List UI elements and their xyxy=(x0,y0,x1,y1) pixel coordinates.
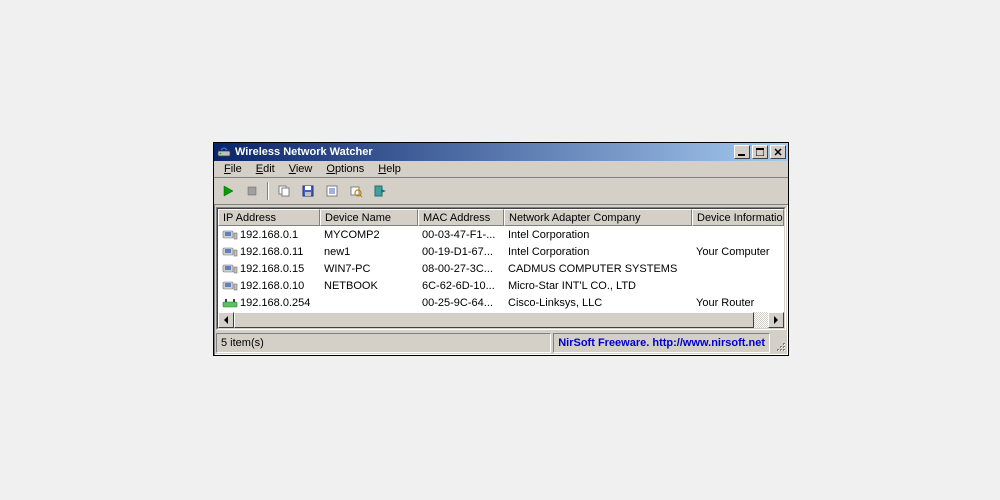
cell-ip: 192.168.0.10 xyxy=(218,280,320,292)
triangle-left-icon xyxy=(223,316,229,324)
table-row[interactable]: 192.168.0.15WIN7-PC08-00-27-3C...CADMUS … xyxy=(218,260,784,277)
cell-device-name: WIN7-PC xyxy=(320,263,418,275)
options-button[interactable] xyxy=(346,181,366,201)
computer-icon xyxy=(222,246,238,258)
menu-options[interactable]: Options xyxy=(320,162,370,176)
scroll-left-button[interactable] xyxy=(218,312,234,328)
copy-icon xyxy=(277,184,291,198)
menu-help[interactable]: Help xyxy=(372,162,407,176)
stop-icon xyxy=(245,184,259,198)
cell-ip: 192.168.0.15 xyxy=(218,263,320,275)
cell-info: Your Computer xyxy=(692,246,784,258)
table-row[interactable]: 192.168.0.11new100-19-D1-67...Intel Corp… xyxy=(218,243,784,260)
router-icon xyxy=(222,297,238,309)
header-mac-address[interactable]: MAC Address xyxy=(418,209,504,226)
menu-view[interactable]: View xyxy=(283,162,319,176)
cell-ip: 192.168.0.1 xyxy=(218,229,320,241)
header-adapter-company[interactable]: Network Adapter Company xyxy=(504,209,692,226)
table-row[interactable]: 192.168.0.10NETBOOK6C-62-6D-10...Micro-S… xyxy=(218,277,784,294)
computer-icon xyxy=(222,229,238,241)
cell-info: Your Router xyxy=(692,297,784,309)
cell-ip: 192.168.0.254 xyxy=(218,297,320,309)
resize-grip[interactable] xyxy=(772,333,786,353)
header-device-info[interactable]: Device Information xyxy=(692,209,784,226)
statusbar: 5 item(s) NirSoft Freeware. http://www.n… xyxy=(214,332,788,355)
play-icon xyxy=(221,184,235,198)
cell-ip: 192.168.0.11 xyxy=(218,246,320,258)
scroll-track[interactable] xyxy=(234,312,768,328)
maximize-button[interactable] xyxy=(752,145,768,159)
cell-company: Intel Corporation xyxy=(504,229,692,241)
minimize-button[interactable] xyxy=(734,145,750,159)
titlebar[interactable]: Wireless Network Watcher xyxy=(214,143,788,161)
cell-device-name: MYCOMP2 xyxy=(320,229,418,241)
cell-mac: 00-19-D1-67... xyxy=(418,246,504,258)
close-button[interactable] xyxy=(770,145,786,159)
stop-button[interactable] xyxy=(242,181,262,201)
scroll-right-button[interactable] xyxy=(768,312,784,328)
cell-device-name: new1 xyxy=(320,246,418,258)
menu-file[interactable]: File xyxy=(218,162,248,176)
cell-company: CADMUS COMPUTER SYSTEMS xyxy=(504,263,692,275)
listview: IP Address Device Name MAC Address Netwo… xyxy=(216,207,786,330)
table-body: 192.168.0.1MYCOMP200-03-47-F1-...Intel C… xyxy=(218,226,784,311)
header-ip-address[interactable]: IP Address xyxy=(218,209,320,226)
save-icon xyxy=(301,184,315,198)
computer-icon xyxy=(222,263,238,275)
play-button[interactable] xyxy=(218,181,238,201)
cell-company: Micro-Star INT'L CO., LTD xyxy=(504,280,692,292)
header-device-name[interactable]: Device Name xyxy=(320,209,418,226)
computer-icon xyxy=(222,280,238,292)
scroll-thumb[interactable] xyxy=(234,312,754,328)
status-credit-link[interactable]: NirSoft Freeware. http://www.nirsoft.net xyxy=(553,333,770,353)
cell-mac: 00-25-9C-64... xyxy=(418,297,504,309)
app-window: Wireless Network Watcher File Edit View … xyxy=(213,142,789,356)
cell-mac: 00-03-47-F1-... xyxy=(418,229,504,241)
menu-edit[interactable]: Edit xyxy=(250,162,281,176)
cell-mac: 08-00-27-3C... xyxy=(418,263,504,275)
properties-button[interactable] xyxy=(322,181,342,201)
save-button[interactable] xyxy=(298,181,318,201)
column-headers: IP Address Device Name MAC Address Netwo… xyxy=(218,209,784,226)
grip-icon xyxy=(774,340,786,352)
options-icon xyxy=(349,184,363,198)
app-icon xyxy=(216,144,232,160)
table-row[interactable]: 192.168.0.1MYCOMP200-03-47-F1-...Intel C… xyxy=(218,226,784,243)
toolbar xyxy=(214,178,788,205)
triangle-right-icon xyxy=(773,316,779,324)
copy-button[interactable] xyxy=(274,181,294,201)
exit-icon xyxy=(373,184,387,198)
status-item-count: 5 item(s) xyxy=(216,333,551,353)
cell-company: Intel Corporation xyxy=(504,246,692,258)
toolbar-separator xyxy=(267,182,269,200)
table-row[interactable]: 192.168.0.254 00-25-9C-64...Cisco-Linksys… xyxy=(218,294,784,311)
menubar: File Edit View Options Help xyxy=(214,161,788,178)
cell-device-name: NETBOOK xyxy=(320,280,418,292)
horizontal-scrollbar[interactable] xyxy=(218,311,784,328)
cell-company: Cisco-Linksys, LLC xyxy=(504,297,692,309)
window-title: Wireless Network Watcher xyxy=(235,146,732,158)
cell-mac: 6C-62-6D-10... xyxy=(418,280,504,292)
exit-button[interactable] xyxy=(370,181,390,201)
properties-icon xyxy=(325,184,339,198)
